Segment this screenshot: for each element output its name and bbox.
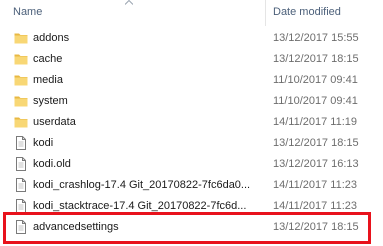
folder-icon: [14, 31, 28, 45]
file-name: kodi: [33, 137, 54, 149]
sort-ascending-icon: [125, 0, 133, 5]
file-date-modified: 14/11/2017 11:19: [273, 116, 358, 128]
column-divider[interactable]: [265, 0, 266, 26]
file-icon: [14, 178, 28, 192]
file-list: addons 13/12/2017 15:55 cache 13/12/2017 18…: [0, 28, 383, 238]
file-row-media[interactable]: media 11/10/2017 09:41: [0, 70, 383, 91]
file-date-modified: 11/10/2017 09:41: [273, 74, 358, 86]
file-name: kodi.old: [33, 158, 71, 170]
column-header-bar: Name Date modified: [0, 0, 383, 26]
file-date-modified: 13/12/2017 16:13: [273, 158, 359, 170]
file-date-modified: 14/11/2017 11:23: [273, 179, 358, 191]
file-date-modified: 11/10/2017 09:41: [273, 95, 358, 107]
date-modified-column-header[interactable]: Date modified: [273, 6, 341, 18]
file-date-modified: 13/12/2017 15:55: [273, 32, 359, 44]
file-row-kodi_crashlog-17[interactable]: kodi_crashlog-17.4 Git_20170822-7fc6da0.…: [0, 175, 383, 196]
file-icon: [14, 199, 28, 213]
file-date-modified: 14/11/2017 11:23: [273, 200, 358, 212]
file-row-addons[interactable]: addons 13/12/2017 15:55: [0, 28, 383, 49]
folder-icon: [14, 94, 28, 108]
file-icon: [14, 136, 28, 150]
file-name: media: [33, 74, 63, 86]
file-name: userdata: [33, 116, 76, 128]
file-name: kodi_stacktrace-17.4 Git_20170822-7fc6d.…: [33, 200, 247, 212]
file-row-cache[interactable]: cache 13/12/2017 18:15: [0, 49, 383, 70]
folder-icon: [14, 115, 28, 129]
folder-icon: [14, 73, 28, 87]
file-date-modified: 13/12/2017 18:15: [273, 137, 359, 149]
name-column-header[interactable]: Name: [13, 6, 42, 18]
highlight-box: [3, 212, 371, 244]
folder-icon: [14, 52, 28, 66]
file-row-system[interactable]: system 11/10/2017 09:41: [0, 91, 383, 112]
file-row-userdata[interactable]: userdata 14/11/2017 11:19: [0, 112, 383, 133]
file-row-kodi[interactable]: kodi.old 13/12/2017 16:13: [0, 154, 383, 175]
file-row-kodi[interactable]: kodi 13/12/2017 18:15: [0, 133, 383, 154]
file-name: cache: [33, 53, 63, 65]
file-name: system: [33, 95, 68, 107]
file-name: addons: [33, 32, 70, 44]
file-name: kodi_crashlog-17.4 Git_20170822-7fc6da0.…: [33, 179, 251, 191]
file-date-modified: 13/12/2017 18:15: [273, 53, 359, 65]
file-icon: [14, 157, 28, 171]
